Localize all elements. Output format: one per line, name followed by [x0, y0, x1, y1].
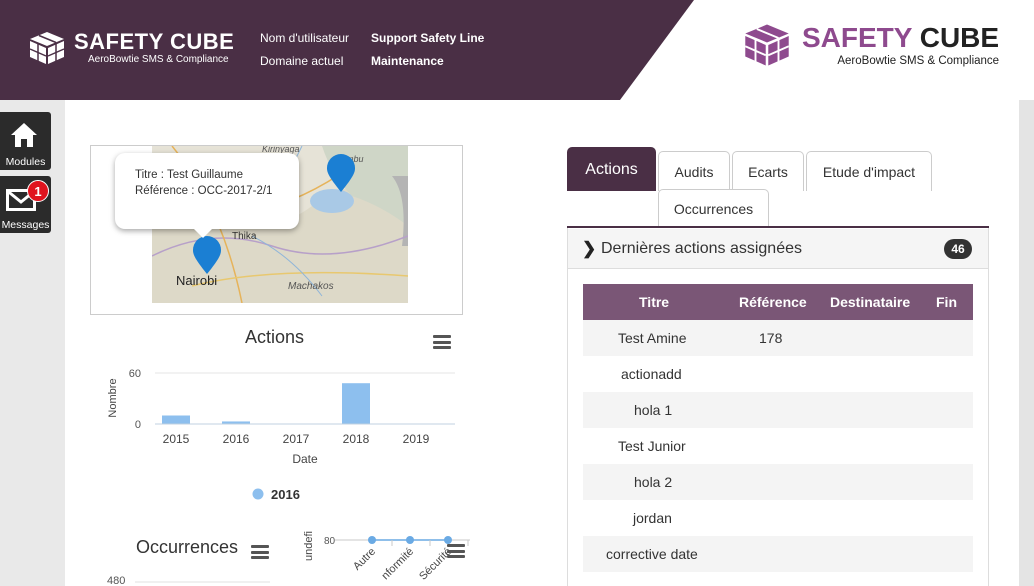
support-link[interactable]: Support Safety Line — [371, 30, 484, 53]
maintenance-link[interactable]: Maintenance — [371, 53, 484, 76]
logo-subtitle: AeroBowtie SMS & Compliance — [88, 54, 229, 65]
x-tick-label: 2016 — [223, 432, 250, 446]
popup-reference: Référence : OCC-2017-2/1 — [135, 185, 273, 197]
cell-titre: actionadd — [621, 366, 682, 382]
tab-actions[interactable]: Actions — [567, 147, 656, 191]
occurrences-tick: 480 — [107, 575, 126, 586]
table-body: Test Amine 178 actionadd hola 1 Test Jun… — [583, 320, 973, 572]
occurrences-chart-title: Occurrences — [136, 537, 239, 557]
username-link[interactable]: Nom d'utilisateur — [260, 30, 349, 53]
actions-count-badge: 46 — [944, 239, 972, 259]
x-tick-label: Autre — [351, 546, 378, 573]
x-tick-label: 2018 — [343, 432, 370, 446]
col-header-titre[interactable]: Titre — [639, 294, 669, 310]
table-row[interactable]: Test Amine 178 — [583, 320, 973, 356]
legend-label: 2016 — [271, 487, 300, 502]
tab-occurrences[interactable]: Occurrences — [658, 189, 769, 227]
support-nav: Support Safety Line Maintenance — [371, 30, 484, 76]
table-row[interactable]: Test Junior — [583, 428, 973, 464]
popup-title: Titre : Test Guillaume — [135, 169, 244, 181]
data-point — [444, 536, 452, 544]
small-chart: undefi 80Autre nformité Sécurité — [303, 531, 470, 583]
y-tick-label: 60 — [129, 368, 141, 380]
actions-table: Titre Référence Destinataire Fin Test Am… — [583, 284, 973, 572]
bar — [342, 383, 370, 424]
cell-titre: corrective date — [606, 546, 698, 562]
app-header: SAFETY CUBE AeroBowtie SMS & Compliance … — [0, 0, 1034, 100]
brand-logo-subtitle: AeroBowtie SMS & Compliance — [837, 55, 1000, 67]
modules-label: Modules — [5, 156, 46, 168]
small-chart-menu-icon[interactable] — [447, 544, 465, 558]
logo-name: SAFETY CUBE — [74, 29, 235, 54]
brand-cube-icon — [744, 24, 790, 66]
messages-button[interactable]: 1 Messages — [0, 176, 51, 233]
x-tick-label: 2017 — [283, 432, 310, 446]
domain-link[interactable]: Domaine actuel — [260, 53, 349, 76]
safety-cube-logo[interactable]: SAFETY CUBE AeroBowtie SMS & Compliance — [28, 30, 234, 66]
table-row[interactable]: corrective date — [583, 536, 973, 572]
table-row[interactable]: actionadd — [583, 356, 973, 392]
cell-titre: Test Amine — [618, 330, 687, 346]
table-row[interactable]: jordan — [583, 500, 973, 536]
user-nav: Nom d'utilisateur Domaine actuel — [260, 30, 349, 76]
modules-button[interactable]: Modules — [0, 112, 51, 170]
occurrences-chart-menu-icon[interactable] — [251, 545, 269, 559]
cell-titre: jordan — [633, 510, 672, 526]
map-popup[interactable]: Titre : Test Guillaume Référence : OCC-2… — [115, 153, 299, 229]
tab-audits[interactable]: Audits — [658, 151, 730, 191]
brand-logo-name-part2: CUBE — [919, 22, 1000, 53]
data-point — [406, 536, 414, 544]
col-header-destinataire[interactable]: Destinataire — [830, 294, 910, 310]
cell-titre: hola 2 — [634, 474, 673, 490]
map-label-machakos: Machakos — [288, 281, 334, 292]
actions-chart-menu-icon[interactable] — [433, 335, 451, 349]
cube-logo-icon — [29, 32, 65, 64]
legend-marker — [252, 488, 264, 500]
col-header-fin[interactable]: Fin — [936, 294, 957, 310]
data-point — [368, 536, 376, 544]
chevron-right-icon: ❯ — [582, 239, 597, 258]
y-tick-label: 80 — [324, 536, 336, 547]
y-tick-label: 0 — [135, 419, 141, 431]
col-header-reference[interactable]: Référence — [739, 294, 807, 310]
x-axis-title: Date — [292, 452, 318, 466]
y-axis-title: undefi — [303, 531, 315, 561]
brand-logo-name: SAFETY CUBE — [802, 22, 999, 54]
occurrences-gridline — [135, 581, 270, 583]
page-scrollbar[interactable] — [1019, 100, 1034, 586]
messages-label: Messages — [1, 219, 50, 231]
brand-logo-name-part1: SAFETY — [802, 22, 912, 53]
tab-ecarts[interactable]: Ecarts — [732, 151, 804, 191]
x-tick-label: 2015 — [163, 432, 190, 446]
messages-badge: 1 — [27, 180, 49, 202]
actions-chart-title: Actions — [245, 327, 305, 347]
home-icon — [11, 123, 37, 147]
y-axis-title: Nombre — [107, 378, 119, 417]
table-row[interactable]: hola 2 — [583, 464, 973, 500]
cell-titre: Test Junior — [618, 438, 686, 454]
panel-header[interactable]: ❯ Dernières actions assignées 46 — [568, 229, 988, 269]
map-label-nairobi: Nairobi — [176, 273, 217, 288]
x-tick-label: 2019 — [403, 432, 430, 446]
table-header: Titre Référence Destinataire Fin — [583, 284, 973, 320]
cell-titre: hola 1 — [634, 402, 673, 418]
table-row[interactable]: hola 1 — [583, 392, 973, 428]
bar — [162, 415, 190, 424]
brand-logo: SAFETY CUBE AeroBowtie SMS & Compliance — [742, 22, 999, 68]
cell-reference: 178 — [759, 330, 783, 346]
actions-chart: 0 60 2015 2016 2017 2018 2019 Nombre Date 2016 — [107, 368, 455, 502]
x-tick-label: nformité — [380, 546, 417, 583]
panel-title: Dernières actions assignées — [601, 240, 802, 257]
popup-tip — [193, 228, 213, 238]
tab-etude-impact[interactable]: Etude d'impact — [806, 151, 932, 191]
map-label-thika: Thika — [232, 231, 257, 242]
